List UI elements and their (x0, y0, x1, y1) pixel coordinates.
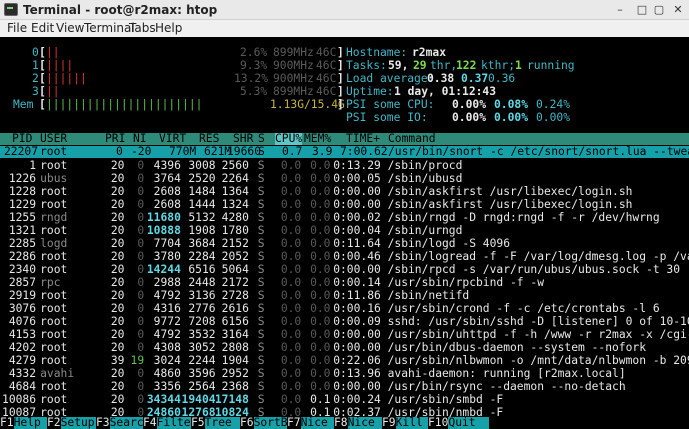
process-row[interactable]: 4202 root 20 0 4308 3052 2808 S 0.0 0.0 0:00.00/us… (0, 341, 689, 354)
terminal-view[interactable]: 0 [ || 2.6% 899MHz 46C ] 1 [ |||| 9.3% 9… (0, 37, 689, 429)
menu-help[interactable]: Help (155, 21, 182, 35)
hostname-line: Hostname: r2max (346, 46, 447, 59)
selected-process-row[interactable]: 22207 root 0 -20 770M 621M 19660 S 0.7 3… (0, 146, 689, 158)
fkey-f8[interactable]: F8 (334, 417, 348, 429)
column-virt[interactable]: VIRT (159, 133, 186, 145)
process-row[interactable]: 4279 root 39 19 3024 2244 1904 S 0.0 0.0 0:22.06/u… (0, 354, 689, 367)
process-row[interactable]: 4153 root 20 0 4792 3532 3164 S 0.0 0.0 0:00.00/us… (0, 328, 689, 341)
process-row[interactable]: 1321 root 20 0 10888 1908 1780 S 0.0 0.0 0:00.04/s… (0, 224, 689, 237)
window-title: Terminal - root@r2max: htop (23, 3, 218, 17)
fkey-f2[interactable]: F2 (47, 417, 61, 429)
fkey-f10-label[interactable]: Quit (448, 417, 490, 429)
process-row[interactable]: 2340 root 20 0 14244 6516 5064 S 0.0 0.0 0:00.00/s… (0, 263, 689, 276)
cpu-bar-1: |||| (46, 59, 74, 72)
process-row[interactable]: 1255 rngd 20 0 11680 5132 4280 S 0.0 0.0 0:00.02/s… (0, 211, 689, 224)
fkey-f4[interactable]: F4 (143, 417, 157, 429)
process-table-header: PID USER PRI NI VIRT RES SHR S CPU% MEM%… (0, 133, 689, 145)
cpu-bar-3: || (46, 85, 60, 98)
column-ni[interactable]: NI (133, 133, 147, 145)
psi-io-line: PSI some IO: 0.00% 0.00% 0.00% (346, 111, 571, 124)
column-user[interactable]: USER (40, 133, 67, 145)
close-icon[interactable]: ✕ (670, 2, 686, 18)
process-row[interactable]: 1 root 20 0 4396 3008 2560 S 0.0 0.0 0:13.29/sbin/… (0, 159, 689, 172)
process-row[interactable]: 2919 root 20 0 4792 3136 2728 S 0.0 0.0 0:11.86/sb… (0, 289, 689, 302)
window-titlebar[interactable]: Terminal - root@r2max: htop – □ ▢ ✕ (0, 0, 689, 20)
process-row[interactable]: 1229 root 20 0 2608 1444 1324 S 0.0 0.0 0:00.00/sb… (0, 198, 689, 211)
cpu-bar-0: || (46, 46, 60, 59)
process-row[interactable]: 10086 root 20 0 34344 19404 17148 S 0.0 0.1 0:00.2… (0, 393, 689, 406)
menu-terminal[interactable]: Terminal (84, 21, 135, 35)
mem-bar: ||||||||||||||||||||||| (46, 98, 203, 111)
process-row[interactable]: 1226 ubus 20 0 3764 2520 2264 S 0.0 0.0 0:00.05/sb… (0, 172, 689, 185)
fkey-f7[interactable]: F7 (287, 417, 301, 429)
column-time[interactable]: TIME+ (346, 133, 380, 145)
menu-edit[interactable]: Edit (31, 21, 54, 35)
column-mem[interactable]: MEM% (304, 133, 331, 145)
menu-file[interactable]: File (7, 21, 27, 35)
process-row[interactable]: 3076 root 20 0 4316 2776 2616 S 0.0 0.0 0:00.16/us… (0, 302, 689, 315)
column-cpu-sorted[interactable]: CPU% (275, 133, 303, 145)
fkey-f1[interactable]: F1 (0, 417, 14, 429)
uptime-line: Uptime: 1 day, 01:12:43 (346, 85, 497, 98)
maximize-icon[interactable]: ▢ (651, 2, 667, 18)
fkey-f3[interactable]: F3 (96, 417, 110, 429)
function-key-bar: F1 Help F2 Setup F3 Search F4 Filter F5 Tree F6… (0, 417, 689, 429)
restore-icon[interactable]: □ (634, 2, 650, 18)
process-row[interactable]: 2285 logd 20 0 7704 3684 2152 S 0.0 0.0 0:11.64/sb… (0, 237, 689, 250)
column-command[interactable]: Command (388, 133, 436, 145)
menu-bar: File Edit View Terminal Tabs Help (0, 20, 689, 37)
process-row[interactable]: 4332 avahi 20 0 4860 3596 2952 S 0.0 0.0 0:13.96 av… (0, 367, 689, 380)
tasks-line: Tasks: 59, 29 thr, 122 kthr; 1 running (346, 59, 575, 72)
column-pid[interactable]: PID (12, 133, 32, 145)
cpu-bar-2: |||||| (46, 72, 87, 85)
minimize-icon[interactable]: – (612, 2, 628, 18)
column-res[interactable]: RES (199, 133, 219, 145)
fkey-f9[interactable]: F9 (382, 417, 396, 429)
load-average-line: Load average: 0.38 0.37 0.36 (346, 72, 516, 85)
process-row[interactable]: 2286 root 20 0 3780 2284 2052 S 0.0 0.0 0:00.46/sb… (0, 250, 689, 263)
fkey-f6[interactable]: F6 (240, 417, 254, 429)
menu-tabs[interactable]: Tabs (129, 21, 156, 35)
column-pri[interactable]: PRI (105, 133, 125, 145)
psi-cpu-line: PSI some CPU: 0.00% 0.08% 0.24% (346, 98, 571, 111)
process-row[interactable]: 1228 root 20 0 2608 1484 1364 S 0.0 0.0 0:00.00/sb… (0, 185, 689, 198)
process-row[interactable]: 4684 root 20 0 3356 2564 2368 S 0.0 0.0 0:00.00/us… (0, 380, 689, 393)
column-state[interactable]: S (258, 133, 265, 145)
process-row[interactable]: 4076 root 20 0 9772 7208 6156 S 0.0 0.0 0:00.09 ssh… (0, 315, 689, 328)
fkey-f5[interactable]: F5 (191, 417, 205, 429)
menu-view[interactable]: View (56, 21, 84, 35)
terminal-app-icon (4, 3, 18, 16)
fkey-f10[interactable]: F10 (428, 417, 449, 429)
process-row[interactable]: 2857 rpc 20 0 2988 2448 2172 S 0.0 0.0 0:00.14/usr… (0, 276, 689, 289)
column-shr[interactable]: SHR (233, 133, 253, 145)
